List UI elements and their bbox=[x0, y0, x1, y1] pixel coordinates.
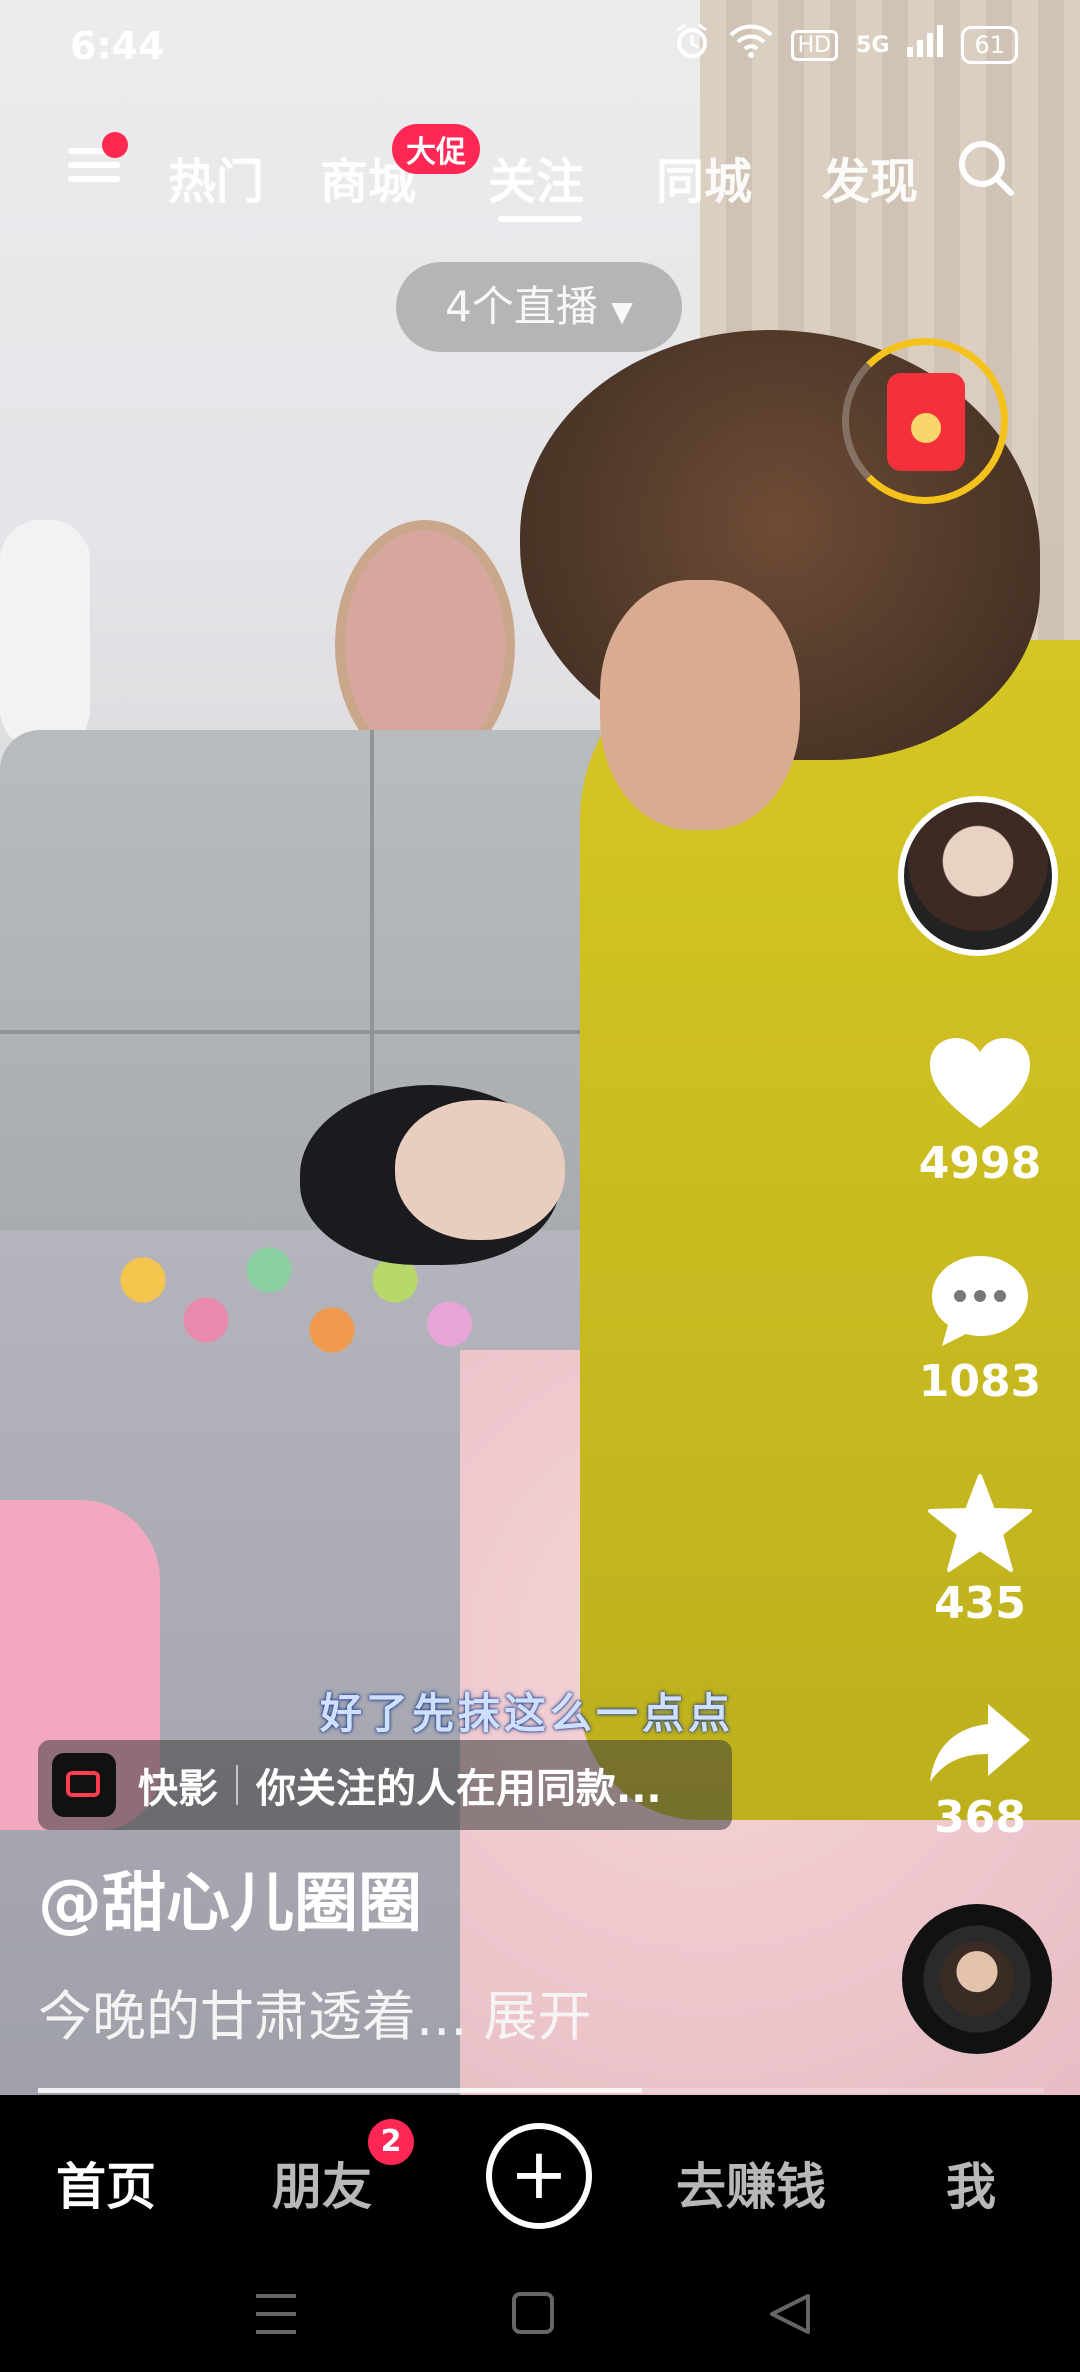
red-packet-button[interactable] bbox=[842, 338, 1008, 504]
signal-icon bbox=[907, 25, 944, 65]
hd-icon: HD bbox=[790, 29, 839, 61]
search-icon[interactable] bbox=[956, 138, 1016, 198]
tab-local[interactable]: 同城 bbox=[656, 142, 752, 212]
tab-me[interactable]: 我 bbox=[946, 2147, 996, 2219]
mall-promo-badge: 大促 bbox=[392, 124, 480, 174]
app-promo-chip[interactable]: 快影 你关注的人在用同款... bbox=[38, 1740, 732, 1830]
share-button[interactable]: 368 bbox=[910, 1700, 1050, 1843]
woman-face bbox=[600, 580, 800, 830]
live-selector-label: 4个直播 bbox=[445, 282, 598, 331]
menu-icon[interactable] bbox=[68, 132, 128, 200]
add-button[interactable]: + bbox=[486, 2123, 592, 2229]
comment-icon bbox=[910, 1252, 1050, 1350]
kuaiying-logo-icon bbox=[52, 1753, 116, 1817]
status-icons: HD 5G 61 bbox=[673, 22, 1018, 68]
network-type: 5G bbox=[856, 32, 890, 58]
expand-link[interactable]: 展开 bbox=[484, 1985, 592, 2048]
like-button[interactable]: 4998 bbox=[910, 1036, 1050, 1189]
caret-down-icon: ▼ bbox=[611, 295, 633, 328]
alarm-icon bbox=[673, 22, 711, 68]
wifi-icon bbox=[729, 23, 773, 67]
comment-count: 1083 bbox=[918, 1356, 1042, 1407]
like-count: 4998 bbox=[918, 1138, 1042, 1189]
star-icon bbox=[910, 1474, 1050, 1572]
tab-hot[interactable]: 热门 bbox=[168, 142, 264, 212]
video-caption: 好了先抹这么一点点 bbox=[320, 1689, 735, 1738]
video-description: 今晚的甘肃透着... 展开 bbox=[38, 1972, 592, 2051]
tab-discover[interactable]: 发现 bbox=[822, 142, 918, 212]
coin-icon bbox=[911, 413, 941, 443]
status-time: 6:44 bbox=[70, 24, 165, 68]
app-chip-text: 你关注的人在用同款... bbox=[256, 1766, 662, 1812]
tab-earn[interactable]: 去赚钱 bbox=[676, 2147, 826, 2219]
video-progress[interactable] bbox=[38, 2088, 1044, 2093]
stuffed-toy bbox=[0, 520, 90, 750]
notification-dot bbox=[102, 132, 128, 158]
menu-nav-icon[interactable] bbox=[256, 2294, 296, 2334]
battery-icon: 61 bbox=[961, 26, 1018, 64]
app-name: 快影 bbox=[138, 1766, 218, 1812]
home-nav-icon[interactable] bbox=[512, 2292, 554, 2334]
author-avatar[interactable] bbox=[898, 796, 1058, 956]
tab-friends[interactable]: 朋友 bbox=[272, 2147, 372, 2219]
music-avatar bbox=[940, 1942, 1014, 2016]
author-name[interactable]: @甜心儿圈圈 bbox=[38, 1852, 422, 1944]
status-bar: 6:44 HD 5G 61 bbox=[0, 0, 1080, 96]
music-disc[interactable] bbox=[902, 1904, 1052, 2054]
share-arrow-icon bbox=[910, 1700, 1050, 1786]
tab-following[interactable]: 关注 bbox=[488, 142, 584, 212]
active-tab-indicator bbox=[498, 216, 582, 222]
description-text: 今晚的甘肃透着... bbox=[38, 1985, 468, 2048]
chip-divider bbox=[236, 1765, 238, 1805]
friends-badge: 2 bbox=[368, 2119, 414, 2165]
share-count: 368 bbox=[934, 1792, 1026, 1843]
progress-fill bbox=[38, 2088, 642, 2093]
bottom-tab-bar: 首页 朋友 2 + 去赚钱 我 bbox=[0, 2095, 1080, 2260]
back-nav-icon[interactable] bbox=[770, 2294, 810, 2334]
favorite-count: 435 bbox=[934, 1578, 1026, 1629]
top-nav: 热门 商城 大促 关注 同城 发现 bbox=[0, 124, 1080, 230]
system-nav-bar bbox=[0, 2260, 1080, 2368]
tab-home[interactable]: 首页 bbox=[56, 2147, 156, 2219]
comment-button[interactable]: 1083 bbox=[910, 1252, 1050, 1407]
girl-face bbox=[395, 1100, 565, 1240]
heart-icon bbox=[910, 1036, 1050, 1132]
favorite-button[interactable]: 435 bbox=[910, 1474, 1050, 1629]
live-selector[interactable]: 4个直播 ▼ bbox=[396, 262, 682, 352]
